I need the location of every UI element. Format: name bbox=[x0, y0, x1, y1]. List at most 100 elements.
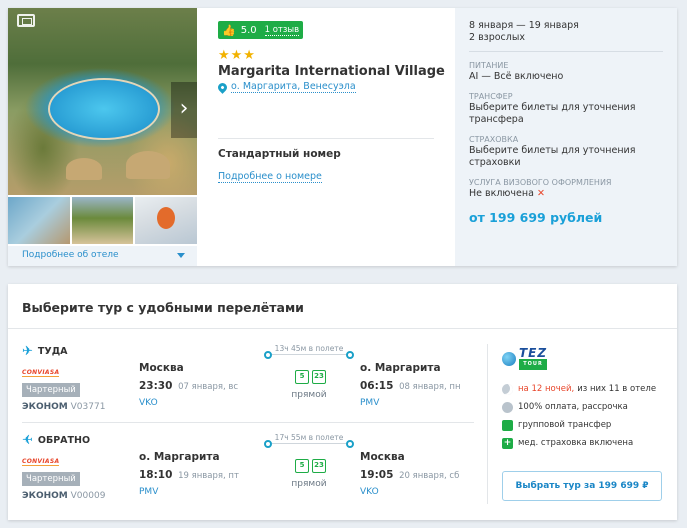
operator-logo-text: TEZ TOUR bbox=[519, 346, 548, 370]
payment-text: 100% оплата, рассрочка bbox=[518, 402, 628, 412]
thumbs-up-icon: 👍 bbox=[222, 23, 236, 37]
reviews-link[interactable]: 1 отзыв bbox=[264, 25, 300, 36]
route-line bbox=[272, 354, 346, 355]
rating-score: 5.0 bbox=[240, 24, 257, 36]
baggage-icons: 5 23 bbox=[295, 459, 326, 473]
bus-icon bbox=[502, 419, 513, 431]
hotel-card: › Подробнее об отеле 👍 5.0 1 отзыв ★★★ M… bbox=[8, 8, 677, 266]
hotel-stars: ★★★ bbox=[218, 48, 256, 63]
leg-direction: ✈ ОБРАТНО bbox=[22, 433, 90, 448]
insurance-info: + мед. страховка включена bbox=[502, 434, 672, 452]
operator-logo: TEZ TOUR bbox=[502, 346, 672, 370]
payment-info: 100% оплата, рассрочка bbox=[502, 398, 672, 416]
percent-icon bbox=[502, 401, 513, 413]
arrival: Москва 19:05 20 января, сб VKO bbox=[360, 451, 459, 497]
hand-luggage-icon: 5 bbox=[295, 459, 309, 473]
tour-price: от 199 699 рублей bbox=[469, 210, 603, 225]
departure-date: 19 января, пт bbox=[178, 471, 239, 481]
tour-dates: 8 января — 19 января bbox=[469, 20, 579, 31]
hotel-location[interactable]: о. Маргарита, Венесуэла bbox=[216, 80, 356, 94]
baggage-icon: 23 bbox=[312, 370, 326, 384]
departure: о. Маргарита 18:10 19 января, пт PMV bbox=[139, 451, 239, 497]
route-line bbox=[272, 443, 346, 444]
operator-tag: TOUR bbox=[519, 359, 548, 370]
hotel-main-photo[interactable]: › bbox=[8, 8, 197, 195]
departure-city: о. Маргарита bbox=[139, 451, 220, 463]
tours-title: Выберите тур с удобными перелётами bbox=[22, 300, 304, 315]
hotel-location-text: о. Маргарита, Венесуэла bbox=[231, 81, 356, 93]
arrival-date: 08 января, пн bbox=[399, 382, 461, 392]
visa-value-text: Не включена bbox=[469, 188, 534, 199]
airplane-return-icon: ✈ bbox=[22, 433, 33, 448]
departure-airport[interactable]: VKO bbox=[139, 398, 238, 408]
divider bbox=[218, 138, 434, 139]
pool-image-detail bbox=[48, 78, 160, 140]
transfer-info: групповой трансфер bbox=[502, 416, 672, 434]
room-details-link[interactable]: Подробнее о номере bbox=[218, 171, 322, 183]
room-type: Стандартный номер bbox=[218, 148, 341, 160]
arrival-time: 19:05 bbox=[360, 469, 394, 481]
rating-badge: 👍 5.0 1 отзыв bbox=[218, 21, 304, 39]
transfer-value: Выберите билеты для уточнения трансфера bbox=[469, 102, 636, 125]
airline-logo: CONVIASA bbox=[22, 369, 60, 377]
photo-thumbnail[interactable] bbox=[8, 197, 70, 244]
transfer-text: групповой трансфер bbox=[518, 420, 612, 430]
vertical-divider bbox=[487, 344, 488, 504]
arrival-city: Москва bbox=[360, 451, 405, 463]
arrival-time-line: 19:05 20 января, сб bbox=[360, 469, 459, 481]
select-tour-button[interactable]: Выбрать тур за 199 699 ₽ bbox=[502, 471, 662, 501]
airplane-icon: ✈ bbox=[22, 344, 33, 359]
visa-value: Не включена ✕ bbox=[469, 188, 663, 200]
hotel-name[interactable]: Margarita International Village bbox=[218, 64, 445, 79]
charter-badge: Чартерный bbox=[22, 472, 80, 486]
tour-guests: 2 взрослых bbox=[469, 32, 525, 43]
flight-duration: 17ч 55м в полете bbox=[274, 433, 344, 442]
arrival: о. Маргарита 06:15 08 января, пн PMV bbox=[360, 362, 461, 408]
departure-date: 07 января, вс bbox=[178, 382, 239, 392]
nights-rest: из них 11 в отеле bbox=[577, 384, 657, 394]
insurance-text: мед. страховка включена bbox=[518, 438, 634, 448]
meal-label: Питание bbox=[469, 61, 509, 70]
departure-airport[interactable]: PMV bbox=[139, 487, 239, 497]
flight-class: ЭКОНОМ V00009 bbox=[22, 491, 105, 501]
photo-thumbnails bbox=[8, 197, 198, 244]
arrival-airport[interactable]: VKO bbox=[360, 487, 459, 497]
globe-icon bbox=[502, 352, 516, 366]
umbrella-image-detail bbox=[66, 158, 102, 180]
photo-thumbnail[interactable] bbox=[71, 197, 134, 244]
tour-summary: 8 января — 19 января 2 взрослых Питание … bbox=[455, 8, 677, 266]
photo-thumbnail[interactable] bbox=[135, 197, 198, 244]
departure-time-line: 23:30 07 января, вс bbox=[139, 380, 238, 392]
fullscreen-icon[interactable] bbox=[17, 14, 35, 27]
moon-icon bbox=[502, 383, 513, 395]
arrival-time-line: 06:15 08 января, пн bbox=[360, 380, 461, 392]
next-photo-button[interactable]: › bbox=[171, 82, 197, 138]
leg-direction: ✈ ТУДА bbox=[22, 344, 68, 359]
nights-highlight: на 12 ночей, bbox=[518, 384, 575, 394]
leg-direction-label: ОБРАТНО bbox=[37, 435, 91, 446]
hotel-info: 👍 5.0 1 отзыв ★★★ Margarita Internationa… bbox=[216, 8, 448, 266]
arrival-airport[interactable]: PMV bbox=[360, 398, 461, 408]
insurance-value: Выберите билеты для уточнения страховки bbox=[469, 145, 636, 168]
tours-card: Выберите тур с удобными перелётами ✈ ТУД… bbox=[8, 284, 677, 520]
charter-badge: Чартерный bbox=[22, 383, 80, 397]
departure-time: 18:10 bbox=[139, 469, 173, 481]
flight-class: ЭКОНОМ V03771 bbox=[22, 402, 105, 412]
departure: Москва 23:30 07 января, вс VKO bbox=[139, 362, 238, 408]
nights-info: на 12 ночей, из них 11 в отеле bbox=[502, 380, 672, 398]
hotel-details-toggle[interactable]: Подробнее об отеле bbox=[8, 246, 197, 266]
arrival-city: о. Маргарита bbox=[360, 362, 441, 374]
departure-city: Москва bbox=[139, 362, 184, 374]
departure-time: 23:30 bbox=[139, 380, 173, 392]
class-label: ЭКОНОМ bbox=[22, 491, 68, 501]
divider bbox=[8, 328, 677, 329]
flight-leg-return: ✈ ОБРАТНО CONVIASA Чартерный ЭКОНОМ V000… bbox=[22, 433, 477, 513]
operator-name: TEZ bbox=[519, 346, 548, 360]
meal-value: AI — Всё включено bbox=[469, 71, 564, 82]
hotel-details-label: Подробнее об отеле bbox=[22, 250, 119, 260]
chevron-down-icon bbox=[177, 253, 185, 258]
flight-route: 17ч 55м в полете 5 23 прямой bbox=[262, 433, 356, 513]
umbrella-image-detail bbox=[126, 151, 170, 179]
direct-flight-label: прямой bbox=[291, 390, 327, 400]
location-pin-icon bbox=[216, 80, 229, 94]
